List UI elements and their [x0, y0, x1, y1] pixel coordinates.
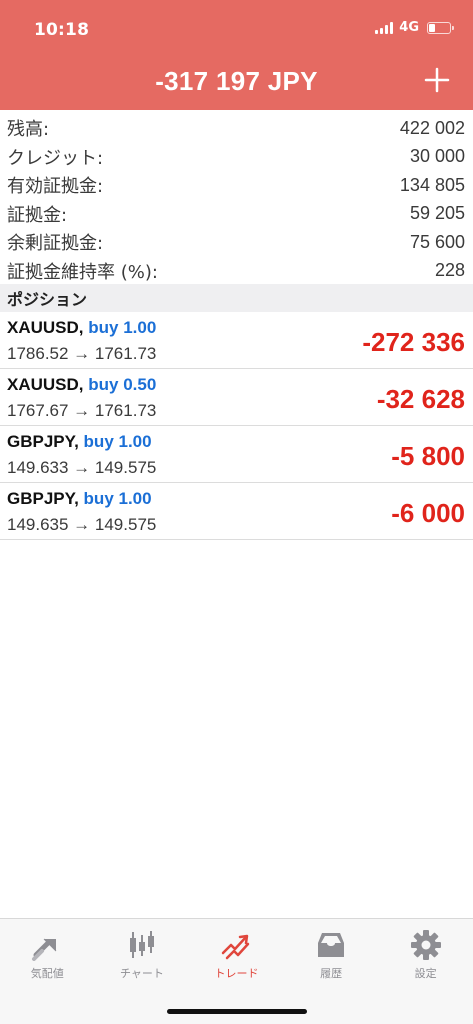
- tab-trade[interactable]: トレード: [189, 919, 284, 991]
- signal-icon: [375, 21, 394, 34]
- summary-value: 30 000: [409, 146, 465, 167]
- position-symbol: GBPJPY,: [7, 432, 79, 451]
- network-label: 4G: [399, 20, 419, 35]
- status-time: 10:18: [34, 20, 90, 40]
- position-row[interactable]: XAUUSD, buy 0.50 1767.67 → 1761.73 -32 6…: [0, 369, 473, 426]
- tab-label: 設定: [414, 967, 437, 980]
- tab-quotes[interactable]: 気配値: [0, 919, 95, 991]
- tab-label: トレード: [214, 967, 259, 980]
- position-symbol: GBPJPY,: [7, 489, 79, 508]
- trade-screen: 10:18 4G -317 197 JPY 残高: 422 002 クレジット:…: [0, 0, 473, 1024]
- floating-profit-title: -317 197 JPY: [155, 66, 318, 96]
- position-prices: 149.633 → 149.575: [7, 458, 157, 477]
- header-bar: 10:18 4G -317 197 JPY: [0, 0, 473, 110]
- position-type: buy 1.00: [88, 318, 157, 337]
- account-summary: 残高: 422 002 クレジット: 30 000 有効証拠金: 134 805…: [0, 114, 473, 285]
- summary-row-credit: クレジット: 30 000: [0, 143, 473, 172]
- positions-section-header: ポジション: [0, 284, 473, 312]
- summary-label: 証拠金維持率 (%):: [7, 261, 158, 283]
- position-prices: 1786.52 → 1761.73: [7, 344, 157, 363]
- candlestick-icon: [129, 931, 154, 958]
- summary-value: 75 600: [409, 231, 465, 252]
- tab-settings[interactable]: 設定: [378, 919, 473, 991]
- tab-label: 履歴: [320, 967, 343, 980]
- summary-row-margin-level: 証拠金維持率 (%): 228: [0, 257, 473, 286]
- tab-bar: 気配値 チャート トレード 履歴 設定: [0, 918, 473, 1024]
- position-prices: 149.635 → 149.575: [7, 515, 157, 534]
- position-type: buy 0.50: [88, 375, 157, 394]
- summary-value: 59 205: [409, 203, 465, 224]
- position-row[interactable]: GBPJPY, buy 1.00 149.635 → 149.575 -6 00…: [0, 483, 473, 540]
- position-prices: 1767.67 → 1761.73: [7, 401, 157, 420]
- history-tray-icon: [318, 933, 345, 957]
- position-symbol: XAUUSD,: [7, 318, 84, 337]
- status-indicators: 4G: [375, 20, 454, 35]
- position-profit: -5 800: [391, 441, 465, 471]
- summary-label: 証拠金:: [7, 204, 68, 226]
- position-profit: -272 336: [362, 327, 465, 357]
- summary-label: 残高:: [7, 119, 50, 141]
- summary-label: 有効証拠金:: [7, 176, 104, 198]
- summary-row-margin: 証拠金: 59 205: [0, 200, 473, 229]
- summary-row-balance: 残高: 422 002: [0, 114, 473, 143]
- add-order-button[interactable]: [421, 64, 453, 96]
- plus-icon: [424, 67, 450, 93]
- position-row[interactable]: GBPJPY, buy 1.00 149.633 → 149.575 -5 80…: [0, 426, 473, 483]
- positions-list: XAUUSD, buy 1.00 1786.52 → 1761.73 -272 …: [0, 312, 473, 540]
- tab-label: 気配値: [30, 967, 64, 980]
- summary-row-equity: 有効証拠金: 134 805: [0, 171, 473, 200]
- gear-icon: [410, 930, 441, 960]
- tab-label: チャート: [119, 967, 164, 980]
- summary-value: 228: [434, 260, 465, 281]
- summary-label: クレジット:: [7, 147, 104, 169]
- summary-value: 134 805: [399, 174, 465, 195]
- battery-icon: [427, 21, 454, 34]
- position-type: buy 1.00: [83, 489, 152, 508]
- position-row[interactable]: XAUUSD, buy 1.00 1786.52 → 1761.73 -272 …: [0, 312, 473, 369]
- position-type: buy 1.00: [83, 432, 152, 451]
- position-profit: -32 628: [376, 384, 465, 414]
- quotes-icon: [32, 938, 57, 961]
- summary-row-free-margin: 余剰証拠金: 75 600: [0, 228, 473, 257]
- tab-chart[interactable]: チャート: [95, 919, 190, 991]
- home-indicator[interactable]: [166, 1009, 307, 1014]
- tab-history[interactable]: 履歴: [284, 919, 379, 991]
- summary-label: 余剰証拠金:: [7, 233, 104, 255]
- summary-value: 422 002: [399, 117, 465, 138]
- status-bar: 10:18 4G: [0, 0, 473, 56]
- position-profit: -6 000: [391, 498, 465, 528]
- position-symbol: XAUUSD,: [7, 375, 84, 394]
- trade-icon: [222, 934, 250, 960]
